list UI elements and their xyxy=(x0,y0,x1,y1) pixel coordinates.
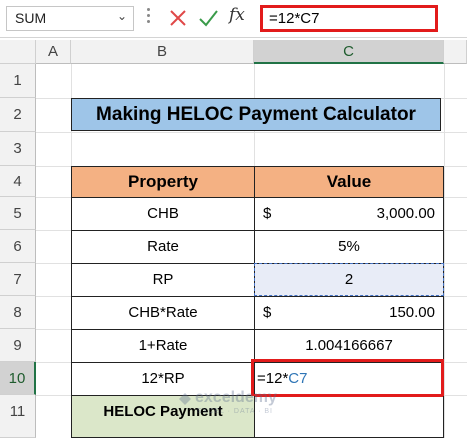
row-header-5[interactable]: 5 xyxy=(0,197,36,230)
row-header-4[interactable]: 4 xyxy=(0,166,36,197)
table-cell-label[interactable]: RP xyxy=(72,264,255,297)
table-cell-label[interactable]: Rate xyxy=(72,231,255,264)
row-header-6[interactable]: 6 xyxy=(0,230,36,263)
table-cell-label[interactable]: CHB*Rate xyxy=(72,297,255,330)
check-icon[interactable] xyxy=(197,7,219,29)
row-header-11[interactable]: 11 xyxy=(0,395,36,438)
close-icon[interactable] xyxy=(168,7,188,29)
column-header-a[interactable]: A xyxy=(36,40,71,64)
row-header-2[interactable]: 2 xyxy=(0,98,36,132)
select-all-corner[interactable] xyxy=(0,40,36,64)
name-box-value: SUM xyxy=(15,10,47,26)
row-header-1[interactable]: 1 xyxy=(0,64,36,98)
row-header-3[interactable]: 3 xyxy=(0,132,36,166)
table-header-value[interactable]: Value xyxy=(255,167,444,198)
row-header-7[interactable]: 7 xyxy=(0,263,36,296)
table-cell-label[interactable]: 1+Rate xyxy=(72,330,255,363)
reference-highlight xyxy=(254,263,444,296)
cell-amount: 150.00 xyxy=(389,304,435,321)
row-header-10[interactable]: 10 xyxy=(0,362,36,395)
fx-icon[interactable]: fx xyxy=(229,5,253,29)
column-header-b[interactable]: B xyxy=(71,40,254,64)
table-cell-label[interactable]: CHB xyxy=(72,198,255,231)
formula-bar-grip xyxy=(147,8,150,28)
watermark-brand: exceldemy xyxy=(195,389,277,406)
page-title[interactable]: Making HELOC Payment Calculator xyxy=(71,98,441,131)
table-header-property[interactable]: Property xyxy=(72,167,255,198)
currency-symbol: $ xyxy=(263,304,272,321)
column-header-d[interactable] xyxy=(444,40,467,64)
table-cell-value[interactable]: 5% xyxy=(255,231,444,264)
watermark-tagline: EXCEL · DATA · BI xyxy=(197,408,273,415)
column-header-c[interactable]: C xyxy=(254,40,444,64)
row-header-8[interactable]: 8 xyxy=(0,296,36,329)
currency-symbol: $ xyxy=(263,205,272,222)
cell-amount: 3,000.00 xyxy=(376,205,435,222)
name-box[interactable]: SUM ⌄ xyxy=(6,6,134,31)
gridline xyxy=(444,64,445,438)
chevron-down-icon[interactable]: ⌄ xyxy=(117,9,127,23)
watermark: exceldemy EXCEL · DATA · BI xyxy=(178,389,328,423)
formula-input[interactable]: =12*C7 xyxy=(260,5,438,32)
table-cell-value[interactable]: $ 150.00 xyxy=(255,297,444,330)
table-cell-value[interactable]: $ 3,000.00 xyxy=(255,198,444,231)
row-header-9[interactable]: 9 xyxy=(0,329,36,362)
gridline xyxy=(36,132,467,133)
exceldemy-logo-icon xyxy=(179,393,191,405)
